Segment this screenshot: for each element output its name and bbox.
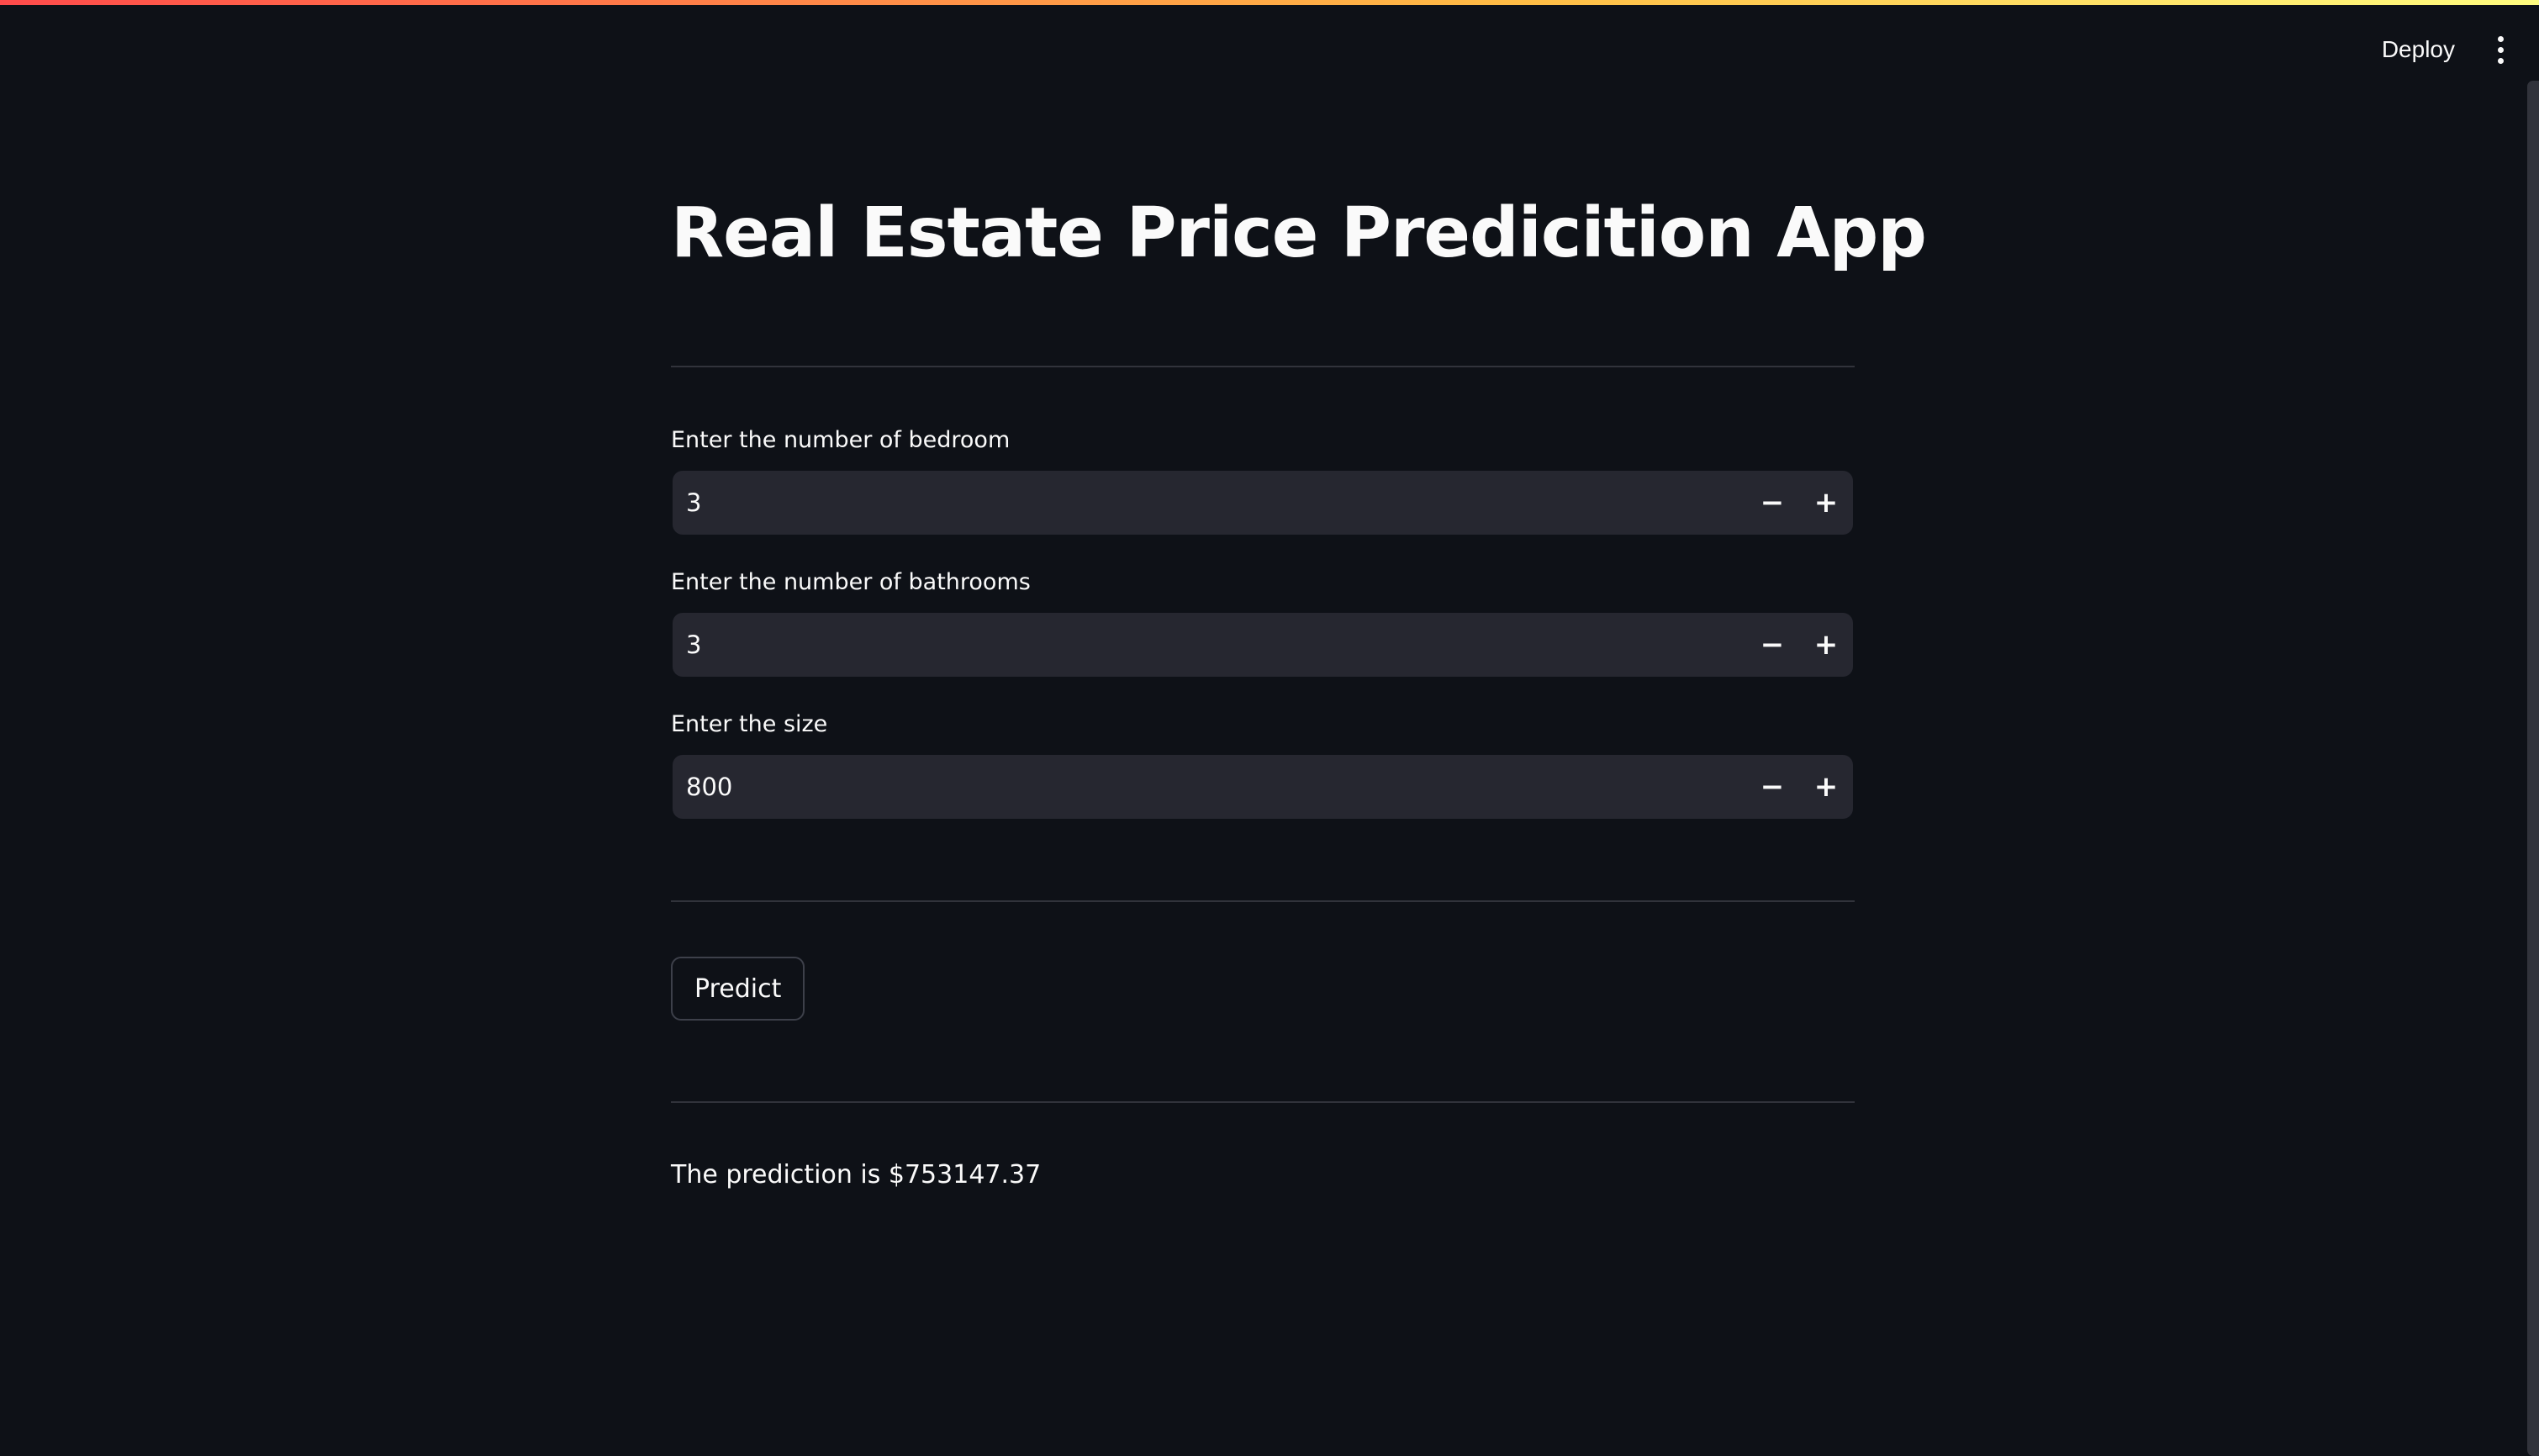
- bathrooms-input-group: − +: [673, 612, 1853, 678]
- bedroom-input-group: − +: [673, 470, 1853, 535]
- menu-dot: [2497, 57, 2504, 64]
- scrollbar[interactable]: [2527, 81, 2539, 1456]
- menu-dot: [2497, 46, 2504, 53]
- prediction-result: The prediction is $753147.37: [671, 1160, 1042, 1190]
- deploy-button[interactable]: Deploy: [2372, 30, 2465, 69]
- bedroom-input[interactable]: [673, 470, 1745, 535]
- bedroom-decrement-button[interactable]: −: [1745, 471, 1799, 535]
- size-input-group: − +: [673, 754, 1853, 820]
- divider: [671, 366, 1855, 367]
- bedroom-label: Enter the number of bedroom: [671, 427, 1011, 453]
- divider: [671, 1101, 1855, 1103]
- menu-dot: [2497, 35, 2504, 42]
- bedroom-increment-button[interactable]: +: [1799, 471, 1853, 535]
- app-header: Deploy: [0, 5, 2539, 98]
- divider: [671, 900, 1855, 902]
- bathrooms-input[interactable]: [673, 612, 1745, 678]
- bathrooms-increment-button[interactable]: +: [1799, 613, 1853, 677]
- size-label: Enter the size: [671, 711, 828, 737]
- more-options-icon[interactable]: [2484, 30, 2517, 69]
- size-increment-button[interactable]: +: [1799, 755, 1853, 819]
- bathrooms-label: Enter the number of bathrooms: [671, 569, 1031, 595]
- size-input[interactable]: [673, 754, 1745, 820]
- page-title: Real Estate Price Predicition App: [671, 193, 1927, 273]
- bathrooms-decrement-button[interactable]: −: [1745, 613, 1799, 677]
- size-decrement-button[interactable]: −: [1745, 755, 1799, 819]
- predict-button[interactable]: Predict: [671, 957, 805, 1021]
